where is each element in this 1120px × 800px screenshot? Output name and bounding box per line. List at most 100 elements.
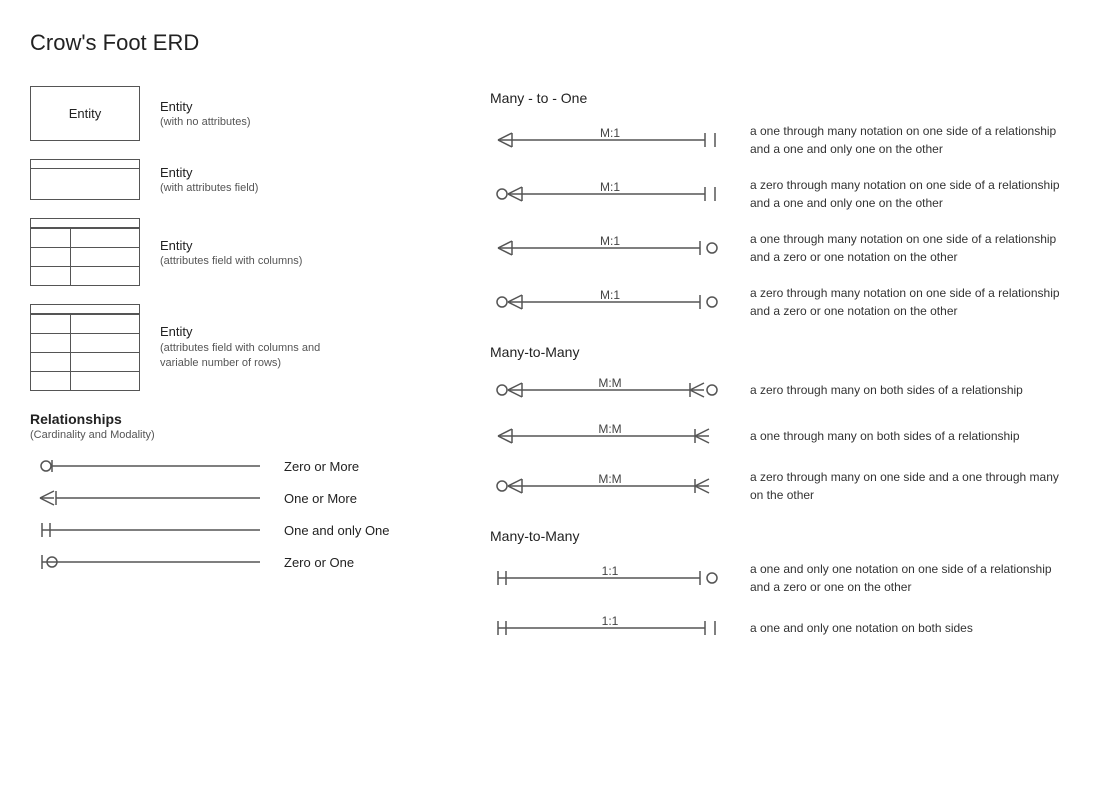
diagram-line-mm1-1: M:M [490,376,730,404]
entity-col-right [71,372,139,390]
diagram-row-mm1-2: M:M a one through many on both sides of … [490,422,1090,450]
entity-section-cols: Entity (attributes field with columns) [30,218,470,286]
diagram-line-mm2-1: 1:1 [490,564,730,592]
entity-section-simple: Entity Entity (with no attributes) [30,86,470,141]
entity-header-1 [31,160,139,169]
entity-col-right [71,315,139,333]
diagram-ratio-mm2-1: 1:1 [602,564,619,578]
entity-col-right [71,248,139,266]
diagram-row-m1-2: M:1 a zero through many notation on one … [490,176,1090,212]
diagram-row-mm1-3: M:M a zero through many on one side and … [490,468,1090,504]
notation-zero-or-more [30,455,270,477]
entity-section-cols-rows: Entity (attributes field with columns an… [30,304,470,391]
entity-body-1 [31,169,139,199]
entity-columns-2 [31,228,139,285]
diagram-ratio-mm1-3: M:M [598,472,621,486]
diagram-line-mm1-3: M:M [490,472,730,500]
entity-label-1: Entity [160,165,258,180]
entity-col-right [71,334,139,352]
entity-info-simple: Entity (with no attributes) [160,99,250,128]
diagram-ratio-m1-4: M:1 [600,288,620,302]
diagram-row-mm2-2: 1:1 a one and only one notation on both … [490,614,1090,642]
entity-box-cols [30,218,140,286]
diagram-desc-m1-3: a one through many notation on one side … [750,230,1070,266]
diagram-ratio-mm1-2: M:M [598,422,621,436]
diagram-line-m1-1: M:1 [490,126,730,154]
section-many-to-many-1: Many-to-Many [490,344,1090,504]
entity-sublabel-2: (attributes field with columns) [160,255,302,267]
entity-col-row [31,353,139,372]
entity-columns-3 [31,314,139,390]
right-panel: Many - to - One M:1 [470,86,1090,660]
section-many-to-one: Many - to - One M:1 [490,90,1090,320]
notation-one-and-only-one [30,519,270,541]
diagram-ratio-mm2-2: 1:1 [602,614,619,628]
entity-label-2: Entity [160,238,302,253]
entity-info-2: Entity (attributes field with columns) [160,238,302,267]
entity-col-right [71,229,139,247]
entity-box-simple: Entity [30,86,140,141]
diagram-desc-m1-2: a zero through many notation on one side… [750,176,1070,212]
relationships-section: Relationships (Cardinality and Modality)… [30,411,470,573]
diagram-line-mm1-2: M:M [490,422,730,450]
diagram-line-m1-4: M:1 [490,288,730,316]
section-title-mm2: Many-to-Many [490,528,1090,544]
notation-one-or-more [30,487,270,509]
rel-row-zero-or-one: Zero or One [30,551,470,573]
notation-zero-or-one [30,551,270,573]
section-many-to-many-2: Many-to-Many 1:1 a one and only one [490,528,1090,642]
diagram-desc-mm1-2: a one through many on both sides of a re… [750,427,1020,445]
entity-col-left [31,315,71,333]
diagram-desc-m1-4: a zero through many notation on one side… [750,284,1070,320]
entity-col-left [31,353,71,371]
entity-box-label: Entity [69,106,102,121]
diagram-ratio-m1-3: M:1 [600,234,620,248]
section-title-mm1: Many-to-Many [490,344,1090,360]
rel-label-zero-or-more: Zero or More [284,459,359,474]
entity-col-left [31,334,71,352]
entity-info-1: Entity (with attributes field) [160,165,258,194]
diagram-line-m1-2: M:1 [490,180,730,208]
diagram-desc-mm2-2: a one and only one notation on both side… [750,619,973,637]
diagram-ratio-mm1-1: M:M [598,376,621,390]
entity-col-row [31,267,139,285]
entity-label-0: Entity [160,99,250,114]
rel-row-one-and-only-one: One and only One [30,519,470,541]
relationships-subtitle: (Cardinality and Modality) [30,429,470,441]
diagram-desc-m1-1: a one through many notation on one side … [750,122,1070,158]
entity-col-row [31,315,139,334]
entity-col-left [31,229,71,247]
rel-row-one-or-more: One or More [30,487,470,509]
entity-col-left [31,372,71,390]
diagram-ratio-m1-2: M:1 [600,180,620,194]
entity-label-3: Entity [160,324,360,339]
entity-col-right [71,353,139,371]
entity-sublabel-3: (attributes field with columns and varia… [160,341,360,372]
diagram-row-mm1-1: M:M a zero through many on both sides of… [490,376,1090,404]
entity-box-attrs [30,159,140,200]
diagram-row-m1-1: M:1 a one through many notation on one s… [490,122,1090,158]
rel-label-one-or-more: One or More [284,491,357,506]
rel-row-zero-or-more: Zero or More [30,455,470,477]
entity-header-3 [31,305,139,314]
entity-col-row [31,334,139,353]
diagram-desc-mm1-1: a zero through many on both sides of a r… [750,381,1023,399]
entity-col-row [31,229,139,248]
page-title: Crow's Foot ERD [30,30,1090,56]
entity-col-left [31,267,71,285]
diagram-desc-mm2-1: a one and only one notation on one side … [750,560,1070,596]
diagram-line-mm2-2: 1:1 [490,614,730,642]
entity-box-cols-rows [30,304,140,391]
entity-sublabel-0: (with no attributes) [160,116,250,128]
section-title-m1: Many - to - One [490,90,1090,106]
left-panel: Entity Entity (with no attributes) Entit… [30,86,470,660]
entity-col-right [71,267,139,285]
entity-section-attrs: Entity (with attributes field) [30,159,470,200]
diagram-ratio-m1-1: M:1 [600,126,620,140]
diagram-desc-mm1-3: a zero through many on one side and a on… [750,468,1070,504]
diagram-line-m1-3: M:1 [490,234,730,262]
entity-col-row [31,372,139,390]
diagram-row-m1-4: M:1 a zero through many notation on one … [490,284,1090,320]
entity-sublabel-1: (with attributes field) [160,182,258,194]
entity-col-left [31,248,71,266]
